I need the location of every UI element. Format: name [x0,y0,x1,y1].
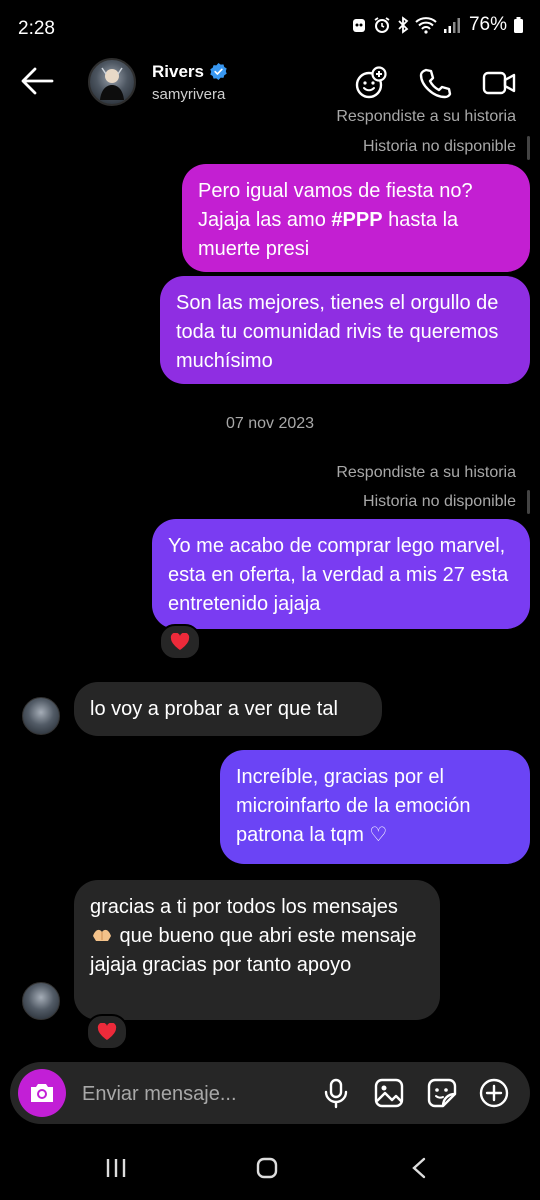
story-reply-bar [527,490,530,514]
message-outgoing[interactable]: Yo me acabo de comprar lego marvel, esta… [152,519,530,629]
alarm-icon [374,17,390,33]
status-bar: 2:28 76% [0,0,540,58]
sender-avatar[interactable] [22,697,60,735]
message-text-segment: que bueno que abri este mensaje jajaja g… [90,925,417,976]
message-text: Jajaja las amo #PPP hasta la [198,206,514,235]
battery-icon [514,17,523,33]
message-input[interactable] [80,1062,314,1126]
message-text: Increíble, gracias por el microinfarto d… [236,766,471,846]
hashtag[interactable]: #PPP [331,209,382,231]
camera-icon [31,1084,53,1102]
message-incoming[interactable]: lo voy a probar a ver que tal [74,682,382,736]
gallery-icon[interactable] [373,1077,405,1109]
add-plus-icon[interactable] [478,1077,510,1109]
date-separator: 07 nov 2023 [225,415,315,432]
status-time: 2:28 [18,18,55,39]
message-text-segment: Jajaja las amo [198,209,332,231]
add-reaction-sticker-icon[interactable] [354,66,388,100]
recent-apps-icon[interactable] [104,1157,128,1179]
battery-percent: 76% [468,14,507,35]
contact-handle[interactable]: samyrivera [152,86,225,103]
story-reply-label: Respondiste a su historia [336,108,516,125]
verified-badge-icon [210,62,227,81]
contact-avatar[interactable] [88,58,136,106]
phone-call-icon[interactable] [418,66,452,100]
sticker-icon[interactable] [426,1077,458,1109]
heart-reaction[interactable] [86,1014,128,1050]
nav-back-icon[interactable] [410,1157,428,1179]
message-outgoing[interactable]: Son las mejores, tienes el orgullo de to… [160,276,530,384]
message-text: Son las mejores, tienes el orgullo de to… [176,292,499,372]
message-incoming[interactable]: gracias a ti por todos los mensajes que … [74,880,440,1020]
message-text-segment: gracias a ti por todos los mensajes [90,896,398,918]
message-text: lo voy a probar a ver que tal [90,698,338,720]
heart-hands-emoji-icon [93,929,111,941]
message-text: Yo me acabo de comprar lego marvel, esta… [168,535,509,615]
chat-header: Rivers samyrivera [0,58,540,106]
status-icons: 76% [351,14,524,36]
message-text: muerte presi [198,238,310,260]
home-icon[interactable] [256,1157,278,1179]
video-call-icon[interactable] [482,66,516,100]
story-unavailable-label: Historia no disponible [363,138,516,155]
notification-icon [352,19,365,32]
message-outgoing[interactable]: Pero igual vamos de fiesta no? Jajaja la… [182,164,530,272]
message-thread[interactable]: Respondiste a su historia Historia no di… [0,106,540,1056]
wifi-icon [415,17,437,34]
bluetooth-icon [398,16,409,34]
camera-button[interactable] [18,1069,66,1117]
microphone-icon[interactable] [320,1077,352,1109]
contact-name[interactable]: Rivers [152,62,204,82]
message-composer [10,1062,530,1126]
heart-icon [170,633,190,650]
message-outgoing[interactable]: Increíble, gracias por el microinfarto d… [220,750,530,864]
message-text-segment: hasta la [382,209,459,231]
back-arrow-icon[interactable] [20,66,54,96]
heart-icon [97,1023,117,1040]
story-unavailable-label: Historia no disponible [363,493,516,510]
story-reply-label: Respondiste a su historia [336,464,516,481]
signal-icon [443,18,460,33]
message-text: Pero igual vamos de fiesta no? [198,180,473,202]
story-reply-bar [527,136,530,160]
heart-reaction[interactable] [159,624,201,660]
sender-avatar[interactable] [22,982,60,1020]
system-nav-bar [0,1135,540,1200]
